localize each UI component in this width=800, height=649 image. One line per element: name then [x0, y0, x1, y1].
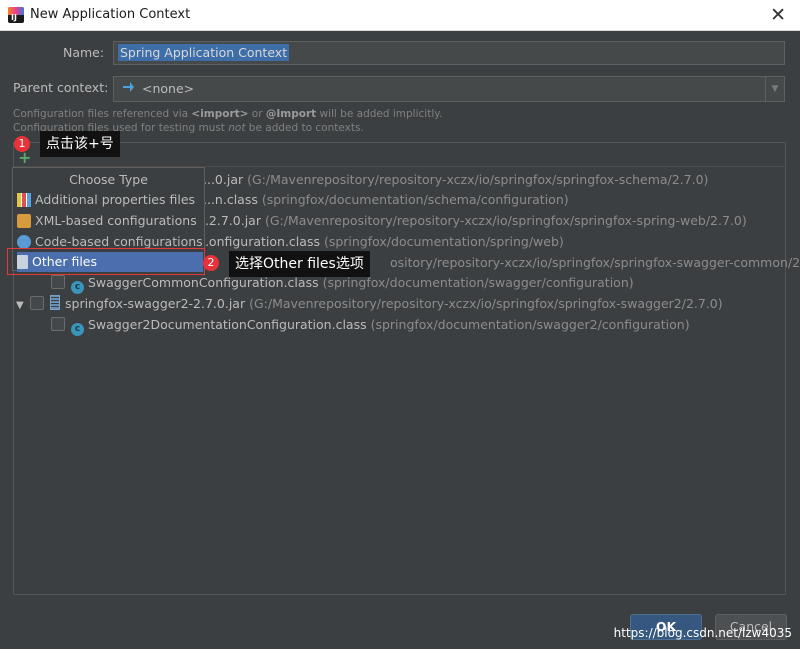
tree-row[interactable]: ▼ springfox-swagger2-2.7.0.jar (G:/Mavenr…: [16, 294, 723, 314]
popup-title: Choose Type: [69, 172, 148, 187]
tree-row[interactable]: ...0.jar (G:/Mavenrepository/repository-…: [203, 170, 708, 190]
tree-row[interactable]: ...n.class (springfox/documentation/sche…: [203, 190, 569, 210]
close-icon[interactable]: ✕: [770, 4, 786, 26]
chevron-down-icon[interactable]: ▼: [765, 77, 784, 101]
step-1-callout: 点击该+号: [40, 131, 120, 157]
highlight-box: [7, 248, 205, 275]
step-2-callout: 选择Other files选项: [229, 251, 370, 277]
checkbox[interactable]: [51, 275, 65, 289]
tree-row[interactable]: ...2.7.0.jar (G:/Mavenrepository/reposit…: [197, 211, 747, 231]
popup-item-properties[interactable]: Additional properties files: [17, 190, 203, 210]
name-label: Name:: [63, 45, 105, 60]
tree-row[interactable]: c Swagger2DocumentationConfiguration.clas…: [51, 315, 690, 336]
code-config-icon: [17, 235, 31, 249]
name-value: Spring Application Context: [118, 44, 290, 61]
parent-context-select[interactable]: <none> ▼: [113, 76, 785, 102]
expand-triangle-icon[interactable]: ▼: [16, 296, 30, 316]
hint-line-1: Configuration files referenced via <impo…: [13, 108, 443, 120]
popup-item-xml[interactable]: XML-based configurations: [17, 211, 203, 231]
properties-file-icon: [17, 193, 31, 207]
checkbox[interactable]: [51, 317, 65, 331]
class-icon: c: [71, 323, 84, 336]
tree-row[interactable]: ository/repository-xczx/io/springfox/spr…: [390, 253, 800, 273]
step-2-badge: 2: [203, 255, 219, 271]
name-input[interactable]: Spring Application Context: [113, 41, 785, 65]
title-bar: IJ New Application Context ✕: [0, 0, 800, 31]
xml-config-icon: [17, 214, 31, 228]
step-1-badge: 1: [14, 136, 30, 152]
jar-icon: [50, 295, 60, 310]
watermark: https://blog.csdn.net/lzw4035: [613, 626, 792, 640]
class-icon: c: [71, 281, 84, 294]
arrow-right-icon: [123, 82, 134, 92]
parent-context-label: Parent context:: [13, 80, 109, 95]
intellij-logo-icon: IJ: [8, 7, 24, 23]
parent-context-value: <none>: [142, 81, 195, 96]
window-title: New Application Context: [30, 7, 191, 22]
tree-row[interactable]: ...onfiguration.class (springfox/documen…: [197, 232, 564, 252]
checkbox[interactable]: [30, 296, 44, 310]
